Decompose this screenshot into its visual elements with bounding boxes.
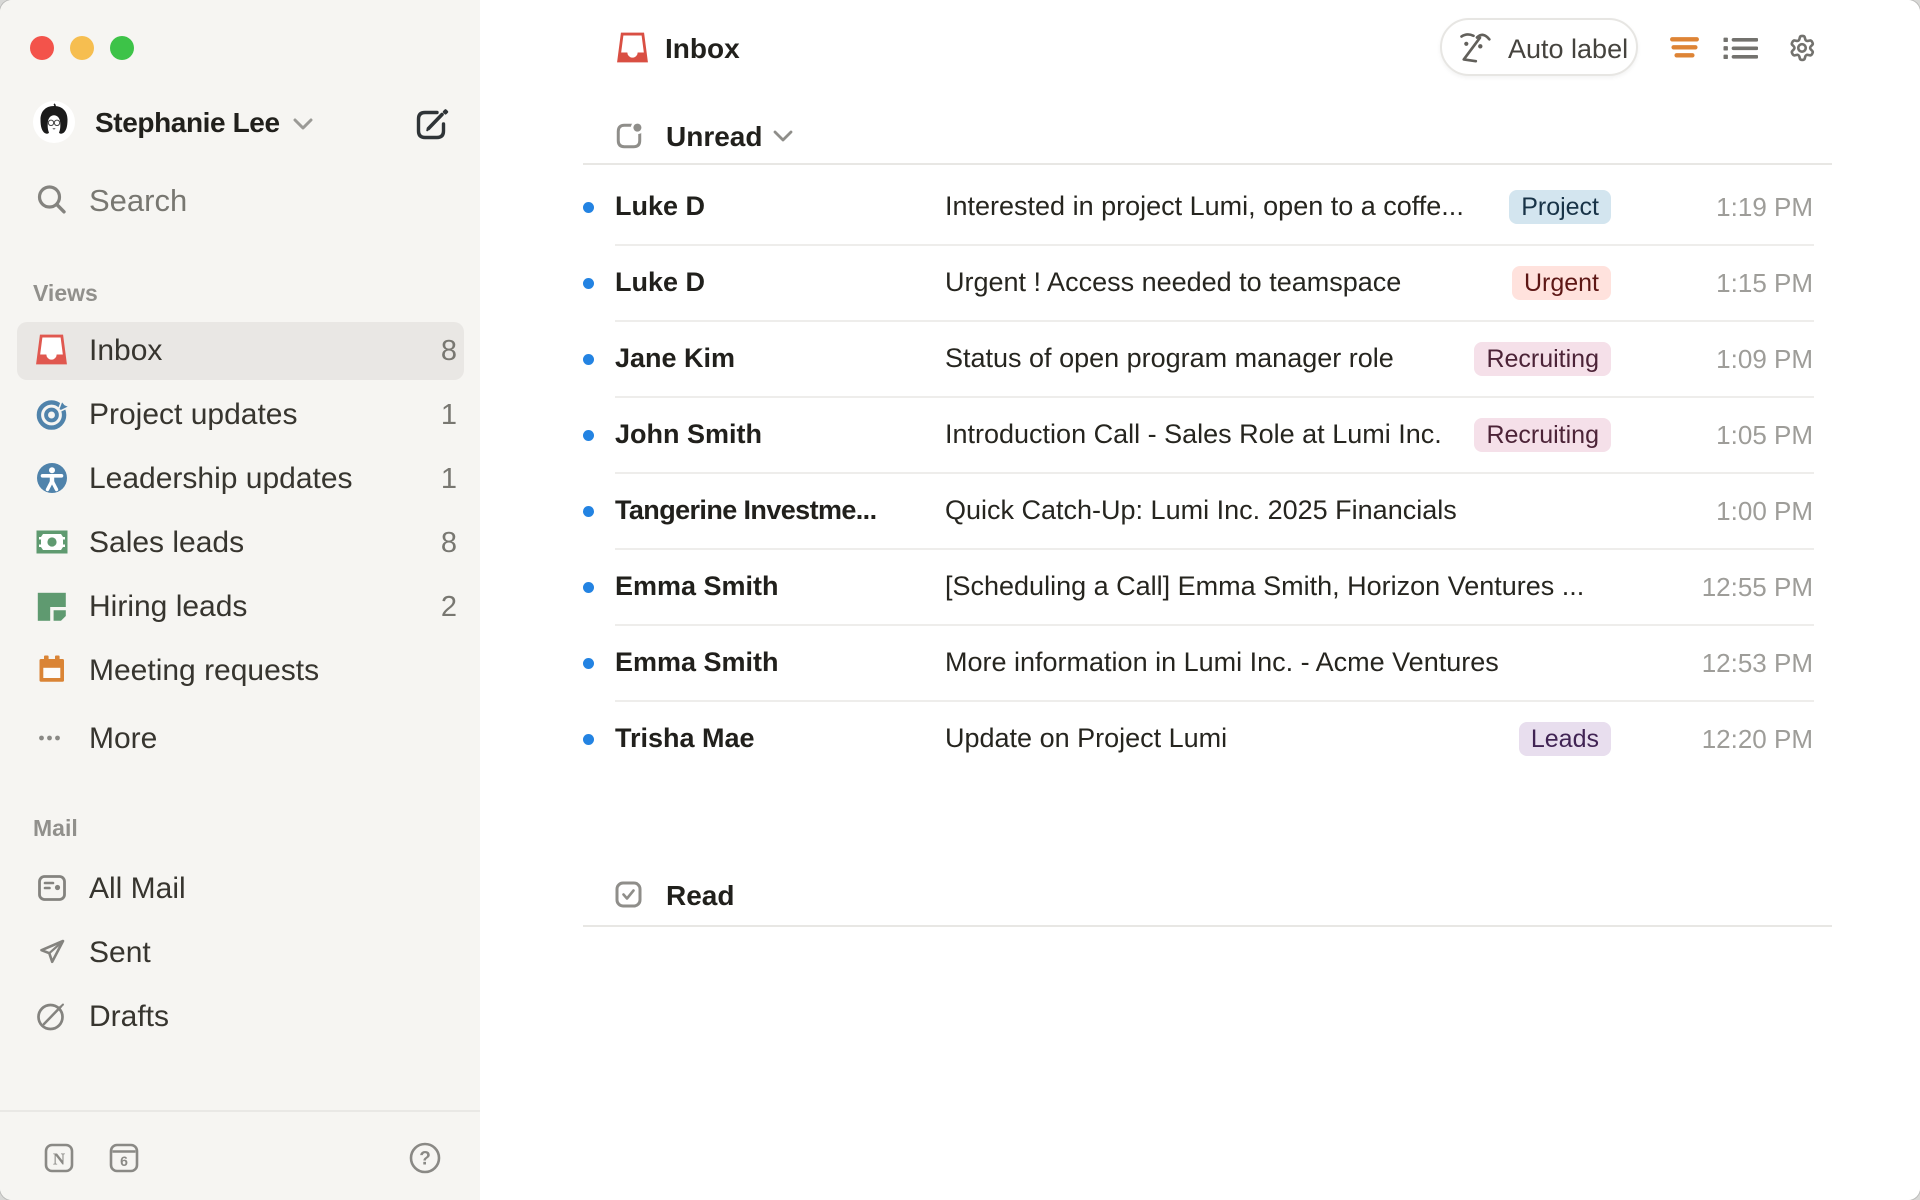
svg-text:?: ? [419,1149,431,1170]
svg-text:6: 6 [120,1153,128,1169]
svg-text:N: N [53,1150,66,1169]
